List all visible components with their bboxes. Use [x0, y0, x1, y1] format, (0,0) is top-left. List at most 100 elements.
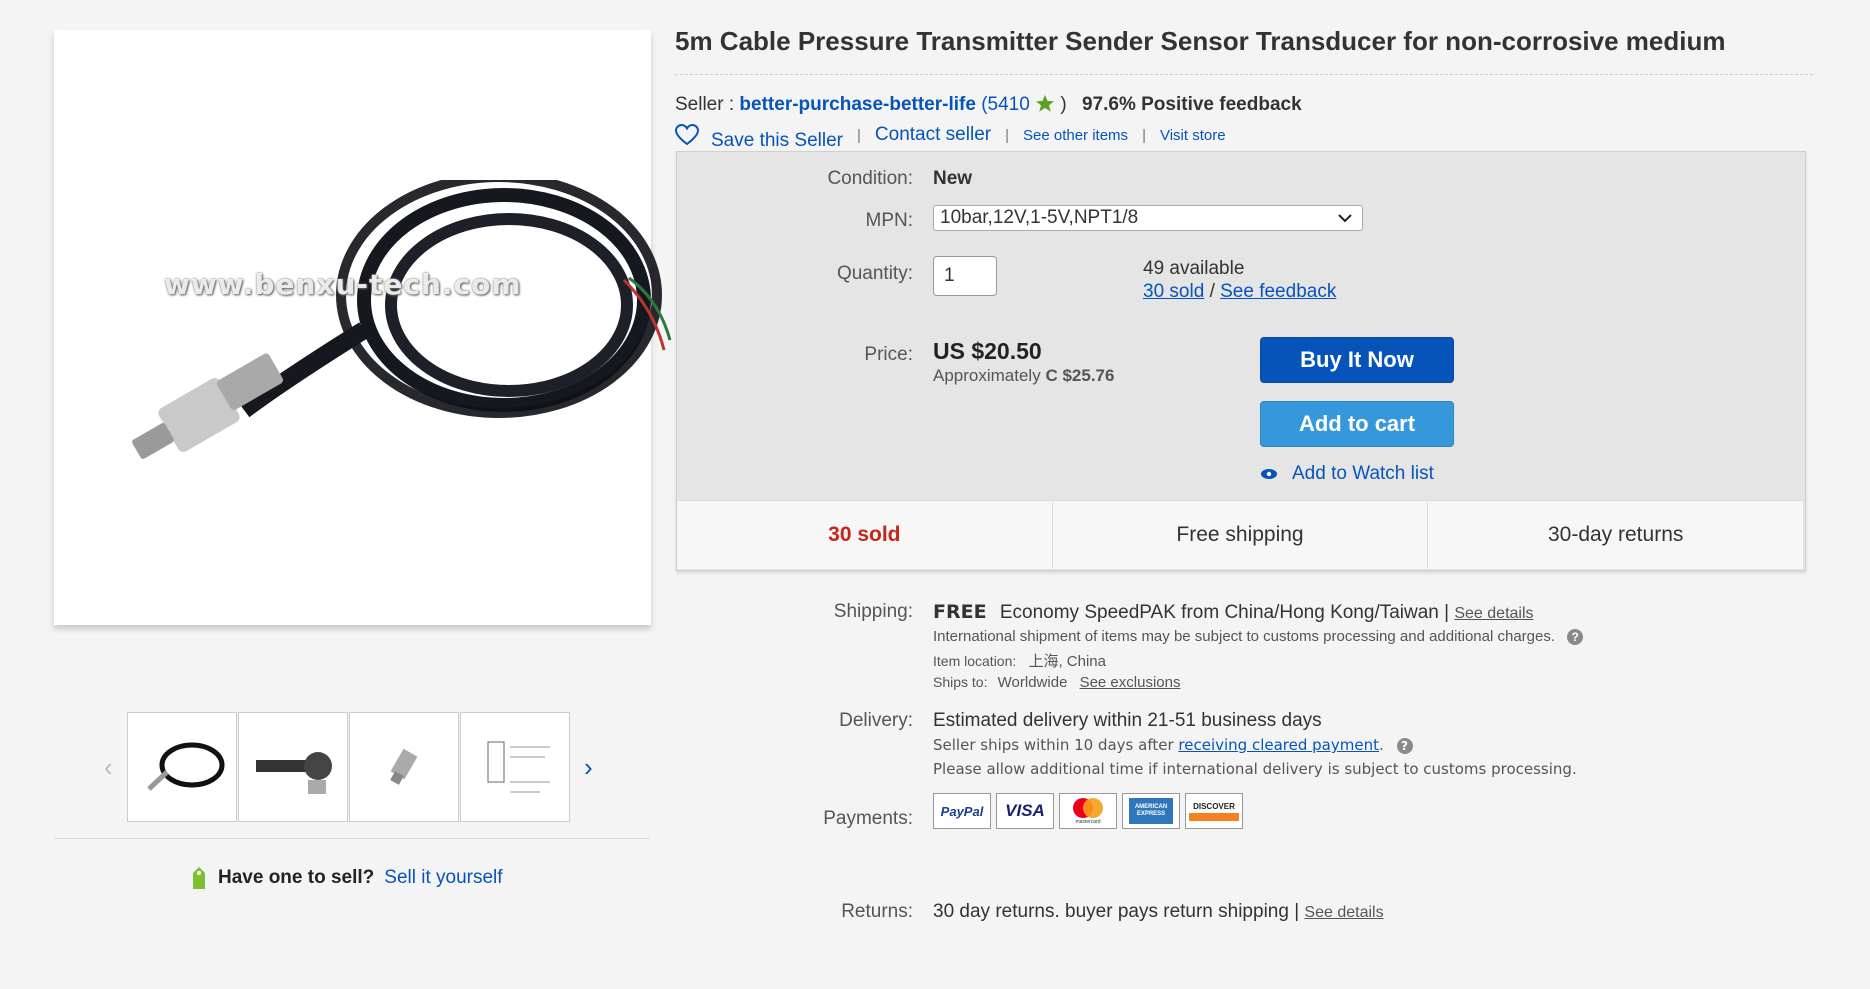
image-watermark: www.benxu-tech.com — [164, 268, 522, 301]
shipping-see-details-link[interactable]: See details — [1454, 605, 1533, 622]
customs-note: International shipment of items may be s… — [933, 628, 1556, 645]
returns-text: 30 day returns. buyer pays return shippi… — [933, 901, 1300, 922]
thumbnail-strip — [101, 712, 601, 822]
seller-name-link[interactable]: better-purchase-better-life — [739, 94, 976, 115]
see-exclusions-link[interactable]: See exclusions — [1080, 674, 1181, 691]
delivery-estimate: Estimated delivery within 21-51 business… — [933, 710, 1322, 731]
seller-links: Save this Seller | Contact seller | See … — [675, 124, 1226, 151]
amex-logo: AMERICAN EXPRESS — [1122, 793, 1180, 829]
ships-within-text: Seller ships within 10 days after — [933, 736, 1174, 754]
buy-it-now-button[interactable]: Buy It Now — [1260, 337, 1454, 383]
available-count: 49 available — [1143, 258, 1245, 279]
help-icon[interactable]: ? — [1567, 629, 1584, 646]
visa-text: VISA — [1005, 801, 1045, 820]
separator: | — [857, 126, 861, 144]
thumbnail-4[interactable] — [460, 712, 570, 822]
visit-store-link[interactable]: Visit store — [1160, 127, 1226, 144]
quantity-input[interactable]: 1 — [933, 256, 997, 296]
paypal-logo: PayPal — [933, 793, 991, 829]
condition-label: Condition: — [827, 168, 913, 189]
price-label: Price: — [864, 344, 913, 365]
separator: | — [1005, 126, 1009, 144]
amex-text: AMERICAN EXPRESS — [1129, 798, 1173, 824]
discover-text: DISCOVER — [1193, 801, 1235, 811]
approx-price: Approximately C $25.76 — [933, 366, 1114, 386]
help-icon[interactable]: ? — [1396, 737, 1413, 754]
price-value: US $20.50 — [933, 338, 1042, 364]
thumbnail-1[interactable] — [127, 712, 237, 822]
period: . — [1378, 736, 1384, 754]
stat-returns: 30-day returns — [1547, 523, 1684, 546]
thumbnail-cable-image — [147, 742, 225, 791]
customs-note-row: International shipment of items may be s… — [933, 628, 1584, 646]
quantity-label: Quantity: — [836, 263, 913, 284]
seller-score-close: ) — [1060, 94, 1067, 115]
shipping-label: Shipping: — [833, 601, 913, 622]
divider — [675, 74, 1813, 75]
separator: | — [1142, 126, 1146, 144]
watch-label: Add to Watch list — [1292, 463, 1434, 484]
approx-value: C $25.76 — [1045, 366, 1115, 385]
stats-bar: 30 sold Free shipping 30-day returns — [677, 500, 1803, 569]
thumbnail-next-arrow-icon[interactable]: › — [584, 752, 593, 783]
ships-to-row: Ships to: Worldwide See exclusions — [933, 674, 1180, 691]
add-to-cart-button[interactable]: Add to cart — [1260, 401, 1454, 447]
see-feedback-link[interactable]: See feedback — [1220, 281, 1336, 302]
additional-time-note: Please allow additional time if internat… — [933, 760, 1577, 778]
approx-label: Approximately — [933, 366, 1041, 385]
thumbnail-3[interactable] — [349, 712, 459, 822]
mastercard-text: mastercard — [1075, 819, 1101, 825]
sold-feedback-line: 30 sold / See feedback — [1143, 281, 1336, 303]
returns-label: Returns: — [841, 901, 913, 922]
paypal-text: PayPal — [940, 803, 984, 819]
sell-it-yourself-link[interactable]: Sell it yourself — [384, 867, 502, 889]
sold-count-link[interactable]: 30 sold — [1143, 281, 1204, 302]
mpn-selected-value: 10bar,12V,1-5V,NPT1/8 — [940, 207, 1139, 228]
main-image-panel[interactable]: www.benxu-tech.com — [54, 30, 672, 625]
price-tag-icon — [193, 867, 205, 889]
mastercard-circles-icon — [1073, 798, 1103, 818]
condition-value: New — [933, 168, 973, 189]
mastercard-logo: mastercard — [1059, 793, 1117, 829]
item-location-row: Item location: 上海, China — [933, 650, 1106, 671]
stat-sold: 30 sold — [677, 501, 1053, 569]
product-image — [132, 180, 672, 459]
delivery-label: Delivery: — [839, 710, 913, 731]
sell-question: Have one to sell? — [218, 867, 375, 888]
mpn-select[interactable]: 10bar,12V,1-5V,NPT1/8 — [933, 205, 1363, 231]
returns-row: 30 day returns. buyer pays return shippi… — [933, 901, 1384, 923]
seller-score: (5410 — [981, 94, 1030, 115]
shipping-method-text: Economy SpeedPAK from China/Hong Kong/Ta… — [999, 602, 1450, 623]
heart-icon — [675, 124, 699, 146]
star-icon — [1036, 95, 1055, 112]
payments-label: Payments: — [823, 808, 913, 829]
shipping-method: FREE Economy SpeedPAK from China/Hong Ko… — [933, 601, 1534, 624]
ships-within-row: Seller ships within 10 days after receiv… — [933, 736, 1413, 754]
divider — [54, 838, 650, 839]
slash: / — [1209, 281, 1215, 302]
ships-to-label: Ships to: — [933, 674, 988, 690]
contact-seller-link[interactable]: Contact seller — [875, 124, 991, 146]
seller-label: Seller : — [675, 94, 735, 115]
thumbnail-sensor-image — [390, 748, 418, 785]
thumbnail-connector-image — [256, 752, 332, 794]
visa-logo: VISA — [996, 793, 1054, 829]
sell-prompt: Have one to sell? Sell it yourself — [190, 865, 503, 891]
item-location-label: Item location: — [933, 653, 1017, 669]
page-title: 5m Cable Pressure Transmitter Sender Sen… — [675, 26, 1726, 56]
item-location-value: 上海, China — [1028, 653, 1106, 670]
stat-free-shipping: Free shipping — [1053, 501, 1429, 569]
see-other-items-link[interactable]: See other items — [1023, 127, 1128, 144]
discover-stripe — [1189, 812, 1239, 821]
save-seller-label: Save this Seller — [711, 130, 844, 151]
save-seller-button[interactable]: Save this Seller — [675, 124, 843, 151]
thumbnail-2[interactable] — [238, 712, 348, 822]
discover-logo: DISCOVER — [1185, 793, 1243, 829]
ships-to-value: Worldwide — [997, 674, 1068, 691]
returns-see-details-link[interactable]: See details — [1304, 904, 1383, 921]
seller-feedback: 97.6% Positive feedback — [1081, 94, 1302, 115]
cleared-payment-link[interactable]: receiving cleared payment — [1178, 736, 1379, 754]
add-to-watch-list-link[interactable]: Add to Watch list — [1260, 463, 1434, 485]
shipping-free: FREE — [933, 601, 987, 623]
seller-info: Seller : better-purchase-better-life (54… — [675, 94, 1302, 116]
